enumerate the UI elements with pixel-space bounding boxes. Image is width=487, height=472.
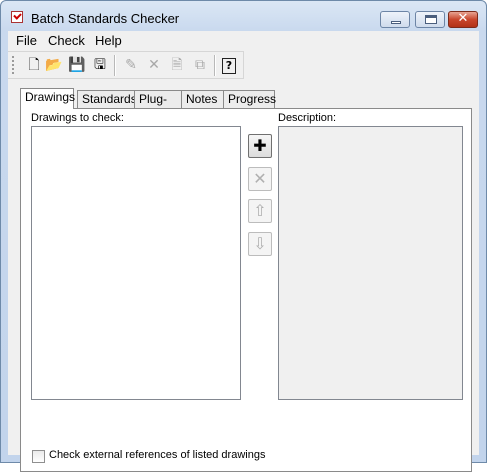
open-folder-icon[interactable]: 📂: [45, 56, 63, 74]
drawings-listbox[interactable]: [31, 126, 241, 400]
toolbar-grip[interactable]: [12, 56, 14, 74]
save-as-icon[interactable]: 🖫: [91, 56, 109, 74]
add-icon: ✚: [253, 136, 267, 155]
tab-notes[interactable]: Notes: [181, 90, 224, 108]
move-down-button[interactable]: ⇩: [248, 232, 272, 256]
tab-drawings[interactable]: Drawings: [20, 88, 75, 109]
minimize-icon: [391, 21, 401, 24]
new-file-icon[interactable]: 🗋: [25, 56, 43, 74]
description-label: Description:: [278, 112, 337, 124]
maximize-icon: [425, 15, 437, 24]
main-window: Batch Standards Checker ✕ File Check Hel…: [0, 0, 487, 472]
window-title: Batch Standards Checker: [31, 11, 180, 26]
drawings-list-label: Drawings to check:: [31, 112, 124, 124]
move-up-icon: ⇧: [253, 201, 267, 220]
minimize-button[interactable]: [380, 11, 410, 28]
close-button[interactable]: ✕: [448, 11, 478, 28]
remove-drawing-button[interactable]: ✕: [248, 167, 272, 191]
menu-check[interactable]: Check: [48, 33, 85, 48]
toolbar-separator: [214, 55, 216, 76]
client-area: File Check Help 🗋 📂 💾 🖫 ✎ ✕ 🗎 ⧉ ? Drawin…: [8, 31, 479, 472]
toolbar: 🗋 📂 💾 🖫 ✎ ✕ 🗎 ⧉ ?: [8, 51, 244, 79]
add-drawing-icon[interactable]: ✎: [122, 56, 140, 74]
move-up-button[interactable]: ⇧: [248, 199, 272, 223]
menu-help[interactable]: Help: [95, 33, 122, 48]
move-down-icon: ⇩: [253, 234, 267, 253]
maximize-button[interactable]: [415, 11, 445, 28]
copy-icon[interactable]: ⧉: [191, 56, 209, 74]
checklist-icon: [11, 11, 23, 23]
external-references-checkbox[interactable]: [32, 450, 45, 463]
help-icon[interactable]: ?: [222, 58, 236, 74]
delete-icon: ✕: [253, 169, 267, 188]
save-icon[interactable]: 💾: [68, 56, 86, 74]
menu-bar: File Check Help: [8, 31, 479, 50]
toolbar-separator: [114, 55, 116, 76]
title-bar[interactable]: Batch Standards Checker ✕: [1, 1, 486, 31]
tab-standards[interactable]: Standards: [77, 90, 137, 108]
close-icon: ✕: [457, 11, 469, 26]
add-drawing-button[interactable]: ✚: [248, 134, 272, 158]
description-box: [278, 126, 463, 400]
tab-plug-ins[interactable]: Plug-ins: [134, 90, 182, 123]
tab-progress[interactable]: Progress: [223, 90, 276, 108]
drawings-panel: Drawings to check: Description: ✚ ✕ ⇧ ⇩ …: [20, 108, 472, 472]
menu-file[interactable]: File: [16, 33, 37, 48]
remove-icon[interactable]: ✕: [145, 56, 163, 74]
document-icon[interactable]: 🗎: [168, 56, 186, 74]
external-references-label[interactable]: Check external references of listed draw…: [49, 449, 265, 461]
